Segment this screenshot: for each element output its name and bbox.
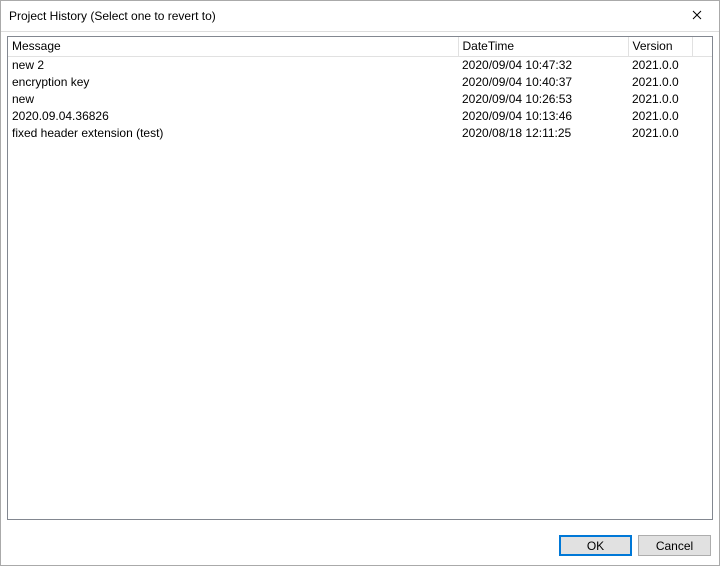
cell-version: 2021.0.0 [628, 125, 692, 142]
titlebar: Project History (Select one to revert to… [1, 1, 719, 32]
cell-datetime: 2020/09/04 10:26:53 [458, 91, 628, 108]
window-title: Project History (Select one to revert to… [1, 9, 674, 23]
table-row[interactable]: new 2 2020/09/04 10:47:32 2021.0.0 [8, 57, 712, 74]
cell-version: 2021.0.0 [628, 91, 692, 108]
table-row[interactable]: new 2020/09/04 10:26:53 2021.0.0 [8, 91, 712, 108]
table-row[interactable]: 2020.09.04.36826 2020/09/04 10:13:46 202… [8, 108, 712, 125]
button-row: OK Cancel [1, 526, 719, 565]
col-header-version[interactable]: Version [628, 37, 692, 57]
cell-datetime: 2020/09/04 10:13:46 [458, 108, 628, 125]
cell-datetime: 2020/09/04 10:40:37 [458, 74, 628, 91]
history-list[interactable]: Message DateTime Version new 2 2020/09/0… [7, 36, 713, 520]
history-table: Message DateTime Version new 2 2020/09/0… [8, 37, 712, 142]
col-header-message[interactable]: Message [8, 37, 458, 57]
content-area: Message DateTime Version new 2 2020/09/0… [1, 32, 719, 526]
col-header-spacer [692, 37, 712, 57]
cell-message: new 2 [8, 57, 458, 74]
cell-message: fixed header extension (test) [8, 125, 458, 142]
cell-message: encryption key [8, 74, 458, 91]
table-row[interactable]: fixed header extension (test) 2020/08/18… [8, 125, 712, 142]
cell-version: 2021.0.0 [628, 74, 692, 91]
col-header-datetime[interactable]: DateTime [458, 37, 628, 57]
header-row: Message DateTime Version [8, 37, 712, 57]
table-row[interactable]: encryption key 2020/09/04 10:40:37 2021.… [8, 74, 712, 91]
close-icon [692, 9, 702, 23]
cell-datetime: 2020/09/04 10:47:32 [458, 57, 628, 74]
close-button[interactable] [674, 1, 719, 31]
cell-message: 2020.09.04.36826 [8, 108, 458, 125]
ok-button[interactable]: OK [559, 535, 632, 556]
cell-version: 2021.0.0 [628, 57, 692, 74]
cell-message: new [8, 91, 458, 108]
cell-version: 2021.0.0 [628, 108, 692, 125]
cancel-button[interactable]: Cancel [638, 535, 711, 556]
cell-datetime: 2020/08/18 12:11:25 [458, 125, 628, 142]
dialog-window: Project History (Select one to revert to… [0, 0, 720, 566]
